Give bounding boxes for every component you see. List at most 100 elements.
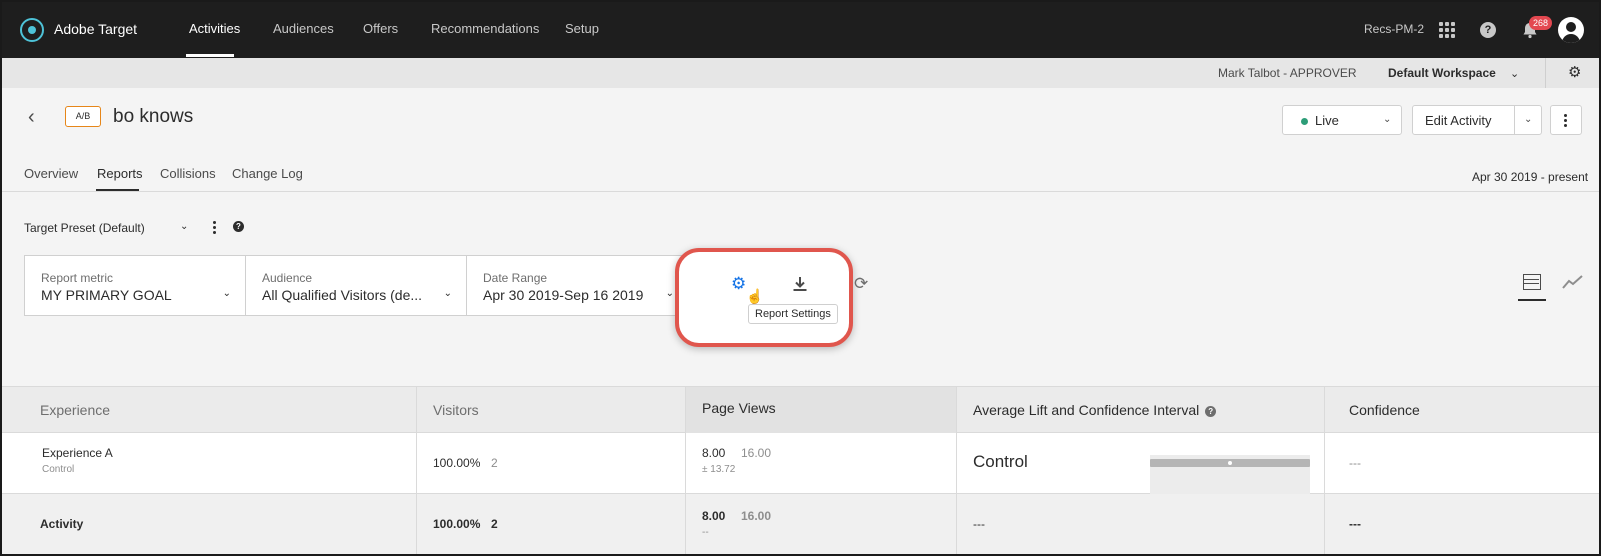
- experience-sub: Control: [42, 464, 75, 475]
- gear-icon[interactable]: ⚙: [731, 274, 746, 294]
- page-views-rate: 8.00: [702, 509, 726, 523]
- confidence-value: ---: [1349, 456, 1361, 470]
- chevron-down-icon[interactable]: ⌄: [1510, 67, 1519, 80]
- divider: [1545, 58, 1546, 88]
- refresh-icon[interactable]: ⟳: [854, 274, 868, 294]
- preset-selector[interactable]: Target Preset (Default): [24, 221, 145, 235]
- workspace-bar: Mark Talbot - APPROVER Default Workspace…: [2, 58, 1599, 88]
- edit-activity-button[interactable]: Edit Activity ⌄: [1412, 105, 1542, 135]
- app-window: Adobe Target Activities Audiences Offers…: [0, 0, 1601, 556]
- tab-reports[interactable]: Reports: [97, 166, 143, 181]
- experience-name: Experience A: [42, 446, 113, 460]
- page-views-interval: ± 13.72: [702, 464, 736, 475]
- help-icon[interactable]: ?: [1205, 406, 1217, 417]
- report-table: Experience Visitors Page Views Average L…: [2, 386, 1599, 554]
- audience-dropdown[interactable]: Audience All Qualified Visitors (de... ⌄: [246, 256, 467, 315]
- filter-label: Audience: [262, 271, 313, 285]
- download-icon[interactable]: [792, 276, 808, 292]
- preset-more-icon[interactable]: [213, 221, 216, 234]
- column-divider: [1324, 386, 1325, 554]
- column-header-page-views[interactable]: Page Views: [702, 400, 776, 416]
- help-icon[interactable]: ?: [1480, 22, 1496, 38]
- status-label: Live: [1315, 113, 1339, 128]
- chevron-down-icon: ⌄: [443, 288, 452, 299]
- edit-activity-label: Edit Activity: [1425, 113, 1492, 128]
- activity-date-range: Apr 30 2019 - present: [1472, 170, 1589, 184]
- filter-label: Report metric: [41, 271, 114, 285]
- report-metric-dropdown[interactable]: Report metric MY PRIMARY GOAL ⌄: [25, 256, 246, 315]
- lift-control-label: Control: [973, 452, 1028, 471]
- nav-recommendations[interactable]: Recommendations: [431, 21, 539, 36]
- help-icon[interactable]: ?: [233, 221, 244, 232]
- table-row: Experience A Control 100.00% 2 8.00 16.0…: [2, 433, 1599, 494]
- report-settings-tooltip: Report Settings: [748, 304, 838, 324]
- activity-title: bo knows: [113, 106, 194, 127]
- visitors-count: 2: [491, 456, 498, 470]
- divider: [1514, 106, 1515, 134]
- confidence-value: ---: [1349, 517, 1361, 531]
- gear-icon[interactable]: ⚙: [1568, 63, 1581, 81]
- nav-setup[interactable]: Setup: [565, 21, 599, 36]
- activity-type-badge: A/B: [65, 106, 101, 127]
- column-header-confidence[interactable]: Confidence: [1349, 402, 1420, 418]
- filter-value: Apr 30 2019-Sep 16 2019: [483, 287, 644, 303]
- workspace-selector[interactable]: Default Workspace: [1388, 66, 1496, 80]
- filter-value: All Qualified Visitors (de...: [262, 287, 423, 303]
- notification-badge: 268: [1529, 16, 1553, 30]
- visitors-percent: 100.00%: [433, 517, 481, 531]
- user-role: Mark Talbot - APPROVER: [1218, 66, 1357, 80]
- chevron-down-icon: ⌄: [222, 288, 231, 299]
- brand-name[interactable]: Adobe Target: [54, 21, 137, 37]
- column-header-visitors[interactable]: Visitors: [433, 402, 479, 418]
- chevron-down-icon: ⌄: [665, 288, 674, 299]
- page-views-interval: --: [702, 527, 709, 538]
- filter-value: MY PRIMARY GOAL: [41, 287, 172, 303]
- more-actions-button[interactable]: [1550, 105, 1582, 135]
- visitors-percent: 100.00%: [433, 456, 481, 470]
- avatar[interactable]: [1558, 17, 1584, 43]
- table-row-total: Activity 100.00% 2 8.00 16.00 -- --- ---: [2, 494, 1599, 554]
- table-view-icon[interactable]: [1523, 274, 1541, 290]
- column-header-average-lift-label: Average Lift and Confidence Interval: [973, 402, 1200, 418]
- divider: [2, 191, 1599, 192]
- apps-grid-icon[interactable]: [1439, 22, 1455, 38]
- lift-point: [1228, 461, 1232, 465]
- page-views-rate: 8.00: [702, 446, 726, 460]
- lift-value: ---: [973, 517, 985, 531]
- tab-overview[interactable]: Overview: [24, 166, 78, 181]
- nav-offers[interactable]: Offers: [363, 21, 398, 36]
- status-dropdown[interactable]: Live ⌄: [1282, 105, 1402, 135]
- date-range-dropdown[interactable]: Date Range Apr 30 2019-Sep 16 2019 ⌄: [467, 256, 688, 315]
- column-header-experience[interactable]: Experience: [40, 402, 110, 418]
- status-dot-icon: [1301, 118, 1308, 125]
- top-nav: Adobe Target Activities Audiences Offers…: [2, 2, 1599, 58]
- column-divider: [416, 386, 417, 554]
- column-header-average-lift[interactable]: Average Lift and Confidence Interval?: [973, 402, 1217, 418]
- back-arrow-icon[interactable]: ‹: [28, 106, 35, 129]
- org-switcher[interactable]: Recs-PM-2: [1364, 22, 1424, 36]
- column-divider: [685, 386, 686, 554]
- nav-audiences[interactable]: Audiences: [273, 21, 334, 36]
- experience-name: Activity: [40, 517, 84, 531]
- column-divider: [956, 386, 957, 554]
- highlight-callout: [675, 248, 853, 347]
- tab-change-log[interactable]: Change Log: [232, 166, 303, 181]
- view-active-indicator: [1518, 299, 1546, 301]
- page-views-total: 16.00: [741, 509, 772, 523]
- hand-pointer-icon: ☝: [746, 288, 764, 304]
- adobe-target-logo-icon[interactable]: [20, 18, 44, 42]
- page-views-total: 16.00: [741, 446, 772, 460]
- chevron-down-icon[interactable]: ⌄: [180, 221, 188, 232]
- tab-collisions[interactable]: Collisions: [160, 166, 216, 181]
- nav-active-indicator: [186, 54, 234, 57]
- filter-label: Date Range: [483, 271, 548, 285]
- lift-interval-chart: [1150, 455, 1310, 494]
- chevron-down-icon: ⌄: [1383, 114, 1392, 125]
- visitors-count: 2: [491, 517, 498, 531]
- report-filters: Report metric MY PRIMARY GOAL ⌄ Audience…: [24, 255, 689, 316]
- nav-activities[interactable]: Activities: [189, 21, 240, 36]
- table-header: Experience Visitors Page Views Average L…: [2, 386, 1599, 434]
- more-vertical-icon: [1564, 114, 1567, 127]
- chevron-down-icon[interactable]: ⌄: [1524, 114, 1532, 125]
- graph-view-icon[interactable]: [1562, 274, 1584, 290]
